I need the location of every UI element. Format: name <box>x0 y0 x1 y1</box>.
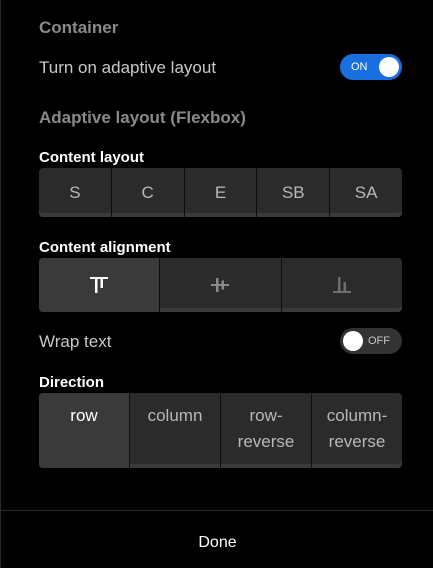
align-bottom-button[interactable] <box>282 258 402 312</box>
done-button[interactable]: Done <box>1 520 433 566</box>
direction-option-line: reverse <box>328 432 386 451</box>
align-top-button[interactable] <box>39 258 161 312</box>
content-layout-space-between-button[interactable]: SB <box>257 168 331 217</box>
content-layout-segmented: S C E SB SA <box>39 168 402 217</box>
direction-row-button[interactable]: row <box>39 393 130 468</box>
direction-label: Direction <box>39 374 105 391</box>
align-bottom-icon <box>331 274 353 296</box>
align-top-icon <box>88 274 110 296</box>
direction-option-line: column <box>147 406 203 425</box>
toggle-knob <box>343 331 363 351</box>
direction-option-line: row <box>70 406 98 425</box>
content-layout-start-button[interactable]: S <box>39 168 112 217</box>
content-layout-center-button[interactable]: C <box>112 168 185 217</box>
direction-column-button[interactable]: column <box>130 393 221 468</box>
wrap-text-label: Wrap text <box>39 332 112 351</box>
content-alignment-label: Content alignment <box>39 239 171 256</box>
adaptive-layout-label: Turn on adaptive layout <box>39 58 217 77</box>
container-section-title: Container <box>39 18 119 37</box>
direction-option-line: row- <box>249 406 283 425</box>
align-center-icon <box>209 274 231 296</box>
content-layout-end-button[interactable]: E <box>185 168 258 217</box>
direction-option-line: column- <box>326 406 388 425</box>
wrap-text-toggle-state: OFF <box>368 335 390 347</box>
toggle-knob <box>379 57 399 77</box>
adaptive-layout-toggle-state: ON <box>351 61 368 73</box>
flexbox-section-title: Adaptive layout (Flexbox) <box>39 108 246 127</box>
content-layout-label: Content layout <box>39 149 144 166</box>
content-layout-space-around-button[interactable]: SA <box>330 168 402 217</box>
direction-option-line: reverse <box>237 432 295 451</box>
adaptive-layout-toggle[interactable]: ON <box>340 54 402 80</box>
container-settings-panel: Container Turn on adaptive layout ON Ada… <box>0 0 433 568</box>
direction-segmented: row column row- reverse column- reverse <box>39 393 402 468</box>
direction-row-reverse-button[interactable]: row- reverse <box>221 393 312 468</box>
content-alignment-segmented <box>39 258 402 312</box>
align-center-button[interactable] <box>160 258 282 312</box>
wrap-text-toggle[interactable]: OFF <box>340 328 402 354</box>
direction-column-reverse-button[interactable]: column- reverse <box>312 393 402 468</box>
footer-divider <box>1 510 433 511</box>
